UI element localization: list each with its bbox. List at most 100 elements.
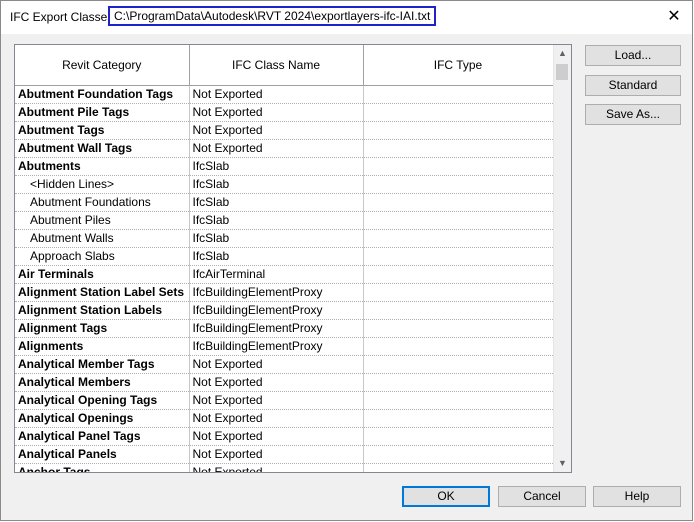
table-row[interactable]: Abutment Walls IfcSlab [15, 229, 554, 248]
cell-ifc-type[interactable] [363, 355, 554, 374]
scroll-thumb[interactable] [556, 64, 568, 80]
cell-revit-category[interactable]: Analytical Opening Tags [15, 391, 190, 410]
cell-revit-category[interactable]: Abutment Pile Tags [15, 103, 190, 122]
cell-revit-category[interactable]: Abutment Wall Tags [15, 139, 190, 158]
cell-revit-category[interactable]: Analytical Panel Tags [15, 427, 190, 446]
table-row[interactable]: Abutment Piles IfcSlab [15, 211, 554, 230]
table-row[interactable]: Analytical Panel Tags Not Exported [15, 427, 554, 446]
cell-ifc-type[interactable] [363, 391, 554, 410]
cell-ifc-class-name[interactable]: IfcSlab [189, 211, 364, 230]
close-icon[interactable]: ✕ [664, 7, 684, 27]
cell-revit-category[interactable]: Anchor Tags [15, 463, 190, 472]
cancel-button[interactable]: Cancel [498, 486, 586, 507]
cell-ifc-type[interactable] [363, 463, 554, 472]
cell-ifc-class-name[interactable]: IfcAirTerminal [189, 265, 364, 284]
table-row[interactable]: Analytical Member Tags Not Exported [15, 355, 554, 374]
table-row[interactable]: Abutment Foundation Tags Not Exported [15, 85, 554, 104]
cell-ifc-type[interactable] [363, 265, 554, 284]
cell-ifc-type[interactable] [363, 445, 554, 464]
cell-ifc-class-name[interactable]: Not Exported [189, 121, 364, 140]
help-button[interactable]: Help [593, 486, 681, 507]
scroll-up-icon[interactable]: ▲ [554, 45, 571, 62]
table-row[interactable]: Analytical Opening Tags Not Exported [15, 391, 554, 410]
cell-revit-category[interactable]: Alignment Station Label Sets [15, 283, 190, 302]
cell-ifc-type[interactable] [363, 373, 554, 392]
cell-ifc-class-name[interactable]: Not Exported [189, 427, 364, 446]
cell-ifc-type[interactable] [363, 193, 554, 212]
cell-ifc-class-name[interactable]: Not Exported [189, 445, 364, 464]
cell-ifc-class-name[interactable]: IfcSlab [189, 157, 364, 176]
cell-ifc-class-name[interactable]: Not Exported [189, 391, 364, 410]
cell-ifc-type[interactable] [363, 157, 554, 176]
cell-revit-category[interactable]: Alignment Tags [15, 319, 190, 338]
cell-ifc-type[interactable] [363, 175, 554, 194]
table-row[interactable]: Alignment Station Labels IfcBuildingEleme… [15, 301, 554, 320]
cell-ifc-class-name[interactable]: Not Exported [189, 139, 364, 158]
cell-ifc-type[interactable] [363, 409, 554, 428]
cell-ifc-type[interactable] [363, 247, 554, 266]
standard-button[interactable]: Standard [585, 75, 681, 96]
cell-ifc-type[interactable] [363, 301, 554, 320]
cell-revit-category[interactable]: Abutments [15, 157, 190, 176]
cell-ifc-type[interactable] [363, 427, 554, 446]
cell-ifc-class-name[interactable]: IfcSlab [189, 247, 364, 266]
cell-ifc-type[interactable] [363, 283, 554, 302]
cell-ifc-class-name[interactable]: IfcBuildingElementProxy [189, 301, 364, 320]
cell-ifc-class-name[interactable]: IfcBuildingElementProxy [189, 337, 364, 356]
table-row[interactable]: Analytical Openings Not Exported [15, 409, 554, 428]
cell-revit-category[interactable]: <Hidden Lines> [15, 175, 190, 194]
cell-revit-category[interactable]: Approach Slabs [15, 247, 190, 266]
cell-revit-category[interactable]: Abutment Walls [15, 229, 190, 248]
cell-ifc-class-name[interactable]: Not Exported [189, 103, 364, 122]
cell-revit-category[interactable]: Abutment Foundations [15, 193, 190, 212]
table-row[interactable]: Alignments IfcBuildingElementProxy [15, 337, 554, 356]
scroll-down-icon[interactable]: ▼ [554, 455, 571, 472]
vertical-scrollbar[interactable]: ▲ ▼ [553, 45, 571, 472]
column-header-revit-category[interactable]: Revit Category [15, 45, 190, 86]
ok-button[interactable]: OK [402, 486, 490, 507]
cell-ifc-type[interactable] [363, 103, 554, 122]
cell-ifc-type[interactable] [363, 229, 554, 248]
cell-ifc-class-name[interactable]: Not Exported [189, 85, 364, 104]
cell-ifc-class-name[interactable]: IfcSlab [189, 175, 364, 194]
cell-revit-category[interactable]: Abutment Tags [15, 121, 190, 140]
cell-revit-category[interactable]: Alignment Station Labels [15, 301, 190, 320]
table-row[interactable]: Anchor Tags Not Exported [15, 463, 554, 472]
cell-ifc-type[interactable] [363, 319, 554, 338]
cell-ifc-class-name[interactable]: IfcBuildingElementProxy [189, 283, 364, 302]
table-row[interactable]: Alignment Station Label Sets IfcBuildingE… [15, 283, 554, 302]
table-row[interactable]: Abutments IfcSlab [15, 157, 554, 176]
table-row[interactable]: Abutment Foundations IfcSlab [15, 193, 554, 212]
cell-ifc-class-name[interactable]: Not Exported [189, 409, 364, 428]
cell-ifc-class-name[interactable]: IfcBuildingElementProxy [189, 319, 364, 338]
column-header-ifc-type[interactable]: IFC Type [363, 45, 554, 86]
table-row[interactable]: Approach Slabs IfcSlab [15, 247, 554, 266]
table-row[interactable]: Alignment Tags IfcBuildingElementProxy [15, 319, 554, 338]
cell-revit-category[interactable]: Analytical Member Tags [15, 355, 190, 374]
save-as-button[interactable]: Save As... [585, 104, 681, 125]
table-row[interactable]: Air Terminals IfcAirTerminal [15, 265, 554, 284]
table-row[interactable]: <Hidden Lines> IfcSlab [15, 175, 554, 194]
cell-revit-category[interactable]: Abutment Piles [15, 211, 190, 230]
cell-revit-category[interactable]: Air Terminals [15, 265, 190, 284]
cell-ifc-type[interactable] [363, 121, 554, 140]
load-button[interactable]: Load... [585, 45, 681, 66]
cell-ifc-type[interactable] [363, 337, 554, 356]
table-row[interactable]: Analytical Members Not Exported [15, 373, 554, 392]
cell-revit-category[interactable]: Analytical Panels [15, 445, 190, 464]
cell-revit-category[interactable]: Analytical Openings [15, 409, 190, 428]
cell-ifc-class-name[interactable]: IfcSlab [189, 229, 364, 248]
cell-ifc-type[interactable] [363, 139, 554, 158]
cell-revit-category[interactable]: Alignments [15, 337, 190, 356]
cell-ifc-type[interactable] [363, 211, 554, 230]
cell-ifc-type[interactable] [363, 85, 554, 104]
cell-revit-category[interactable]: Abutment Foundation Tags [15, 85, 190, 104]
table-row[interactable]: Analytical Panels Not Exported [15, 445, 554, 464]
table-row[interactable]: Abutment Tags Not Exported [15, 121, 554, 140]
cell-ifc-class-name[interactable]: Not Exported [189, 355, 364, 374]
table-row[interactable]: Abutment Pile Tags Not Exported [15, 103, 554, 122]
cell-ifc-class-name[interactable]: IfcSlab [189, 193, 364, 212]
table-row[interactable]: Abutment Wall Tags Not Exported [15, 139, 554, 158]
column-header-ifc-class-name[interactable]: IFC Class Name [189, 45, 364, 86]
mapping-grid[interactable]: Revit Category IFC Class Name IFC Type A… [14, 44, 572, 473]
